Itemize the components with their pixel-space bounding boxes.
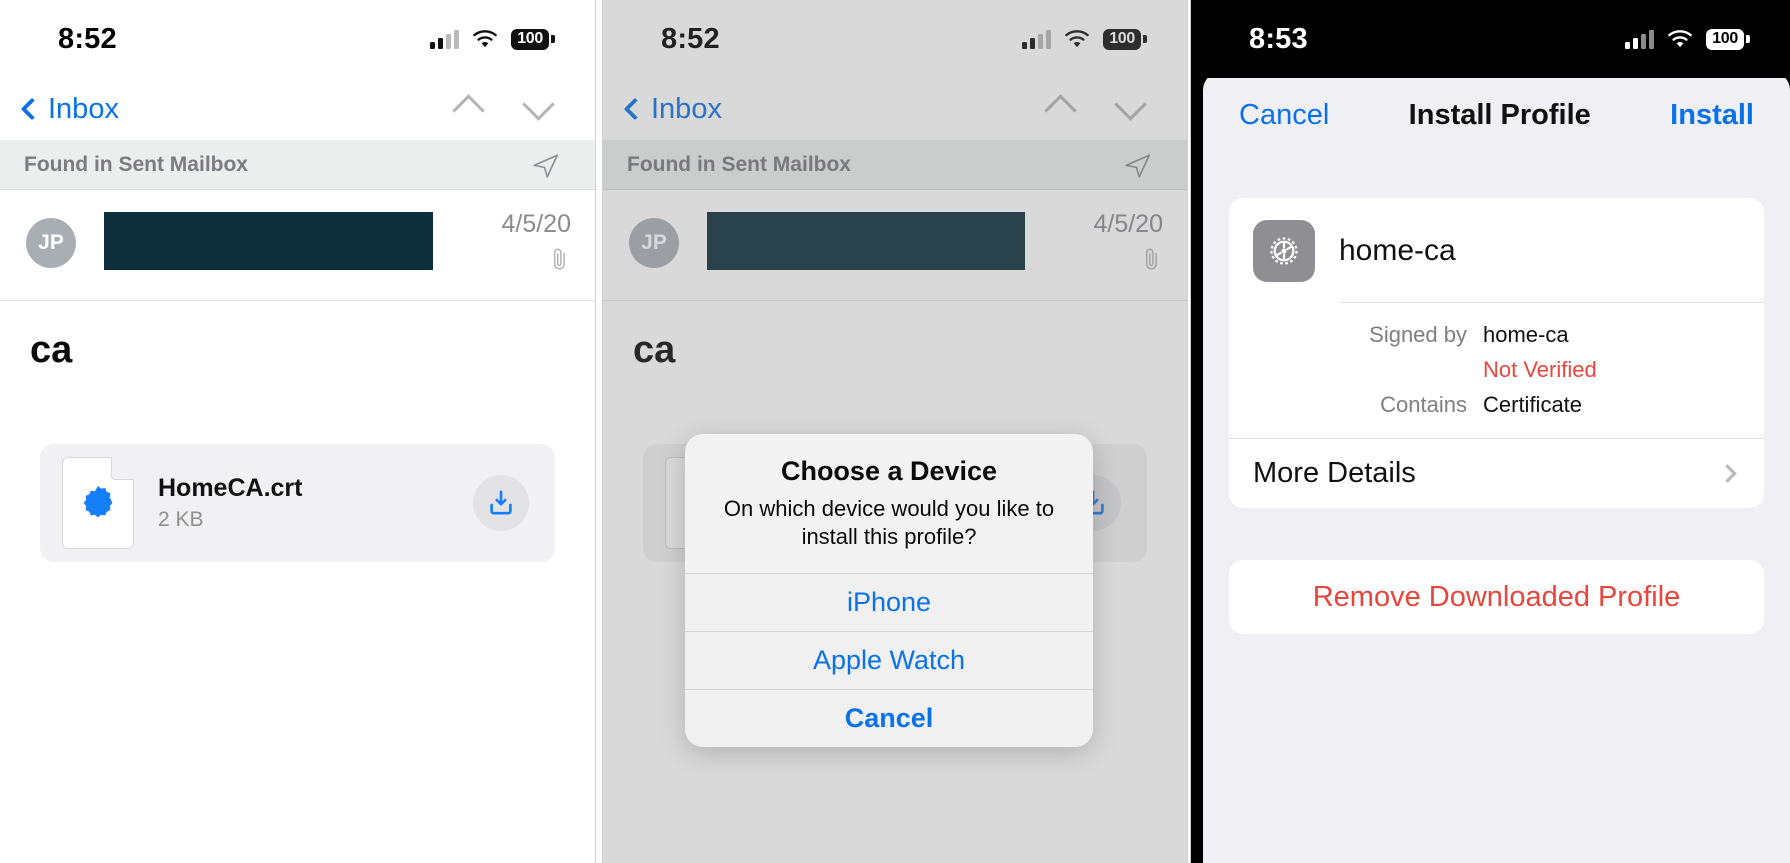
- attachment-card[interactable]: HomeCA.crt 2 KB: [40, 444, 555, 562]
- download-icon[interactable]: [473, 475, 529, 531]
- install-button[interactable]: Install: [1670, 99, 1754, 132]
- chevron-right-icon: [1718, 464, 1737, 483]
- battery-icon: 100: [1706, 28, 1750, 50]
- status-time: 8:53: [1249, 22, 1308, 55]
- battery-tip: [551, 35, 555, 43]
- sheet-nav-bar: Cancel Install Profile Install: [1203, 72, 1790, 158]
- row-value: Certificate: [1483, 392, 1583, 417]
- wifi-icon: [1667, 29, 1693, 49]
- more-details-row[interactable]: More Details: [1229, 438, 1764, 508]
- row-value: home-ca: [1483, 322, 1569, 347]
- attachment-filename: HomeCA.crt: [158, 474, 303, 502]
- wifi-icon: [472, 29, 498, 49]
- attachment-filesize: 2 KB: [158, 508, 204, 531]
- status-bar: 8:52 100: [0, 0, 595, 78]
- panel-mail-attachment: 8:52 100 Inbox Found in Sent Mailbox JP …: [0, 0, 596, 863]
- redacted-sender-bar: [104, 212, 433, 270]
- battery-level: 100: [511, 28, 549, 50]
- attachment-section: HomeCA.crt 2 KB: [0, 372, 595, 562]
- profile-card-header: home-ca: [1229, 198, 1764, 302]
- sheet-title: Install Profile: [1408, 98, 1591, 131]
- message-nav-arrows: [457, 95, 559, 123]
- status-time: 8:52: [58, 22, 117, 55]
- panel-choose-device: 8:52 100 Inbox Found in Sent Mailbox JP …: [602, 0, 1188, 863]
- alert-button-apple-watch[interactable]: Apple Watch: [685, 631, 1093, 690]
- profile-name: home-ca: [1339, 234, 1456, 267]
- row-key: Signed by: [1369, 322, 1467, 347]
- profile-card: home-ca Signed by home-ca Not Verified C…: [1229, 198, 1764, 508]
- row-key: Contains: [1380, 392, 1467, 417]
- cellular-signal-icon: [1625, 29, 1655, 49]
- chevron-left-icon: [20, 97, 44, 121]
- avatar: JP: [26, 218, 76, 268]
- cellular-signal-icon: [430, 29, 460, 49]
- profile-detail-rows: Signed by home-ca Not Verified Contains …: [1339, 302, 1764, 438]
- mail-nav-bar: Inbox: [0, 78, 595, 140]
- choose-device-alert: Choose a Device On which device would yo…: [685, 434, 1093, 748]
- profile-row-contains: Contains Certificate: [1339, 387, 1764, 422]
- battery-icon: 100: [511, 28, 555, 50]
- install-profile-sheet: Cancel Install Profile Install home-ca S…: [1203, 72, 1790, 863]
- back-label: Inbox: [48, 92, 119, 125]
- more-details-label: More Details: [1253, 457, 1416, 489]
- profile-row-signed-by: Signed by home-ca: [1339, 317, 1764, 352]
- battery-tip: [1746, 35, 1750, 43]
- mail-header-row: JP 4/5/20: [0, 190, 595, 301]
- status-indicators: 100: [1625, 28, 1750, 50]
- alert-button-iphone[interactable]: iPhone: [685, 573, 1093, 632]
- gear-icon: [1253, 220, 1315, 282]
- alert-title: Choose a Device: [780, 456, 998, 486]
- send-arrow-icon[interactable]: [531, 150, 561, 180]
- paperclip-icon: [549, 247, 571, 273]
- status-bar: 8:53 100: [1191, 0, 1790, 78]
- alert-button-cancel[interactable]: Cancel: [685, 689, 1093, 748]
- battery-level: 100: [1706, 28, 1744, 50]
- alert-header: Choose a Device On which device would yo…: [685, 434, 1093, 573]
- remove-profile-label: Remove Downloaded Profile: [1312, 580, 1681, 613]
- profile-row-verification: Not Verified: [1339, 352, 1764, 387]
- mail-meta: 4/5/20: [451, 210, 571, 278]
- chevron-up-icon[interactable]: [457, 95, 485, 123]
- alert-message: On which device would you like to instal…: [723, 496, 1055, 550]
- screenshot-stage: 8:52 100 Inbox Found in Sent Mailbox JP …: [0, 0, 1790, 863]
- found-in-banner: Found in Sent Mailbox: [0, 140, 595, 190]
- remove-profile-row[interactable]: Remove Downloaded Profile: [1229, 560, 1764, 634]
- row-key-empty: [1339, 353, 1467, 386]
- certificate-badge-icon: [62, 457, 134, 549]
- panel-install-profile: 8:53 100 Cancel Install Profile Install: [1190, 0, 1790, 863]
- mail-date: 4/5/20: [501, 210, 571, 238]
- mail-subject: ca: [30, 329, 73, 371]
- attachment-info: HomeCA.crt 2 KB: [158, 474, 473, 532]
- found-in-label: Found in Sent Mailbox: [24, 152, 248, 176]
- verification-status: Not Verified: [1483, 357, 1597, 382]
- status-indicators: 100: [430, 28, 555, 50]
- back-to-inbox-button[interactable]: Inbox: [18, 93, 119, 126]
- chevron-down-icon[interactable]: [527, 95, 555, 123]
- cancel-button[interactable]: Cancel: [1239, 99, 1329, 132]
